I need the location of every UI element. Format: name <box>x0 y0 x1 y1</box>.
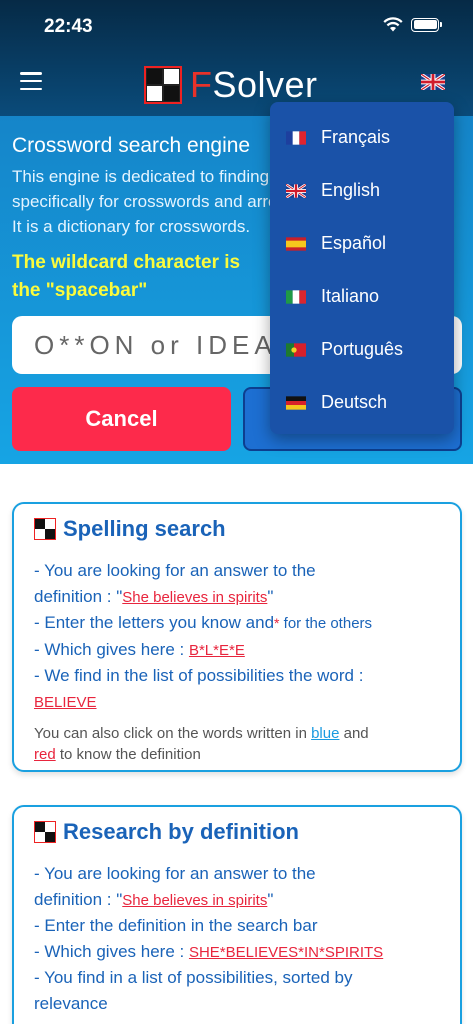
card-note: You can also click on the words written … <box>34 725 369 763</box>
language-item-pt[interactable]: Português <box>270 323 454 376</box>
italy-flag-icon <box>286 289 306 304</box>
language-item-it[interactable]: Italiano <box>270 270 454 323</box>
uk-flag-icon <box>286 183 306 198</box>
spain-flag-icon <box>286 236 306 251</box>
definition-link[interactable]: She believes in spirits <box>122 892 267 909</box>
wildcard-hint: The wildcard character is the "spacebar" <box>12 252 241 301</box>
word-link[interactable]: BELIEVE <box>34 694 97 711</box>
cancel-button[interactable]: Cancel <box>12 387 231 451</box>
france-flag-icon <box>286 130 306 145</box>
portugal-flag-icon <box>286 342 306 357</box>
logo-grid-icon <box>34 821 56 843</box>
language-item-fr[interactable]: Français <box>270 111 454 164</box>
app-header: 22:43 FSolver <box>0 0 473 116</box>
hero-title: Crossword search engine <box>12 134 251 157</box>
language-item-en[interactable]: English <box>270 164 454 217</box>
blue-link[interactable]: blue <box>311 725 339 742</box>
battery-icon <box>411 17 442 32</box>
pattern-link[interactable]: B*L*E*E <box>189 642 245 659</box>
card-body: - You are looking for an answer to the d… <box>34 864 384 1013</box>
germany-flag-icon <box>286 395 306 410</box>
card-body: - You are looking for an answer to the d… <box>34 558 449 765</box>
logo-grid-icon <box>144 66 182 104</box>
app-logo: FSolver <box>144 64 318 106</box>
menu-icon[interactable] <box>20 72 42 90</box>
card-header: Research by definition <box>34 819 299 845</box>
pattern-link[interactable]: SHE*BELIEVES*IN*SPIRITS <box>189 944 383 961</box>
language-item-de[interactable]: Deutsch <box>270 376 454 429</box>
status-icons <box>383 17 442 32</box>
uk-flag-icon[interactable] <box>421 74 445 90</box>
card-title: Research by definition <box>63 819 299 844</box>
definition-search-card: Research by definition - You are looking… <box>12 805 462 1024</box>
card-title: Spelling search <box>63 516 226 541</box>
wifi-icon <box>383 17 403 32</box>
logo-grid-icon <box>34 518 56 540</box>
red-link[interactable]: red <box>34 746 56 763</box>
status-time: 22:43 <box>44 16 93 37</box>
language-menu: Français English Español Italiano Portug… <box>270 102 454 434</box>
app-name: FSolver <box>190 64 318 105</box>
language-item-es[interactable]: Español <box>270 217 454 270</box>
definition-link[interactable]: She believes in spirits <box>122 589 267 606</box>
card-header: Spelling search <box>34 516 226 542</box>
spelling-search-card: Spelling search - You are looking for an… <box>12 502 462 772</box>
